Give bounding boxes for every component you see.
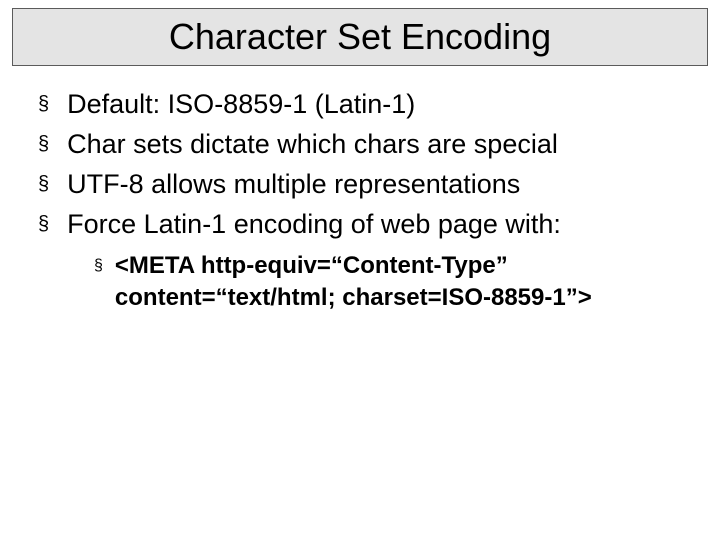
bullet-list: § Default: ISO-8859-1 (Latin-1) § Char s… — [38, 86, 690, 242]
list-item: § UTF-8 allows multiple representations — [38, 166, 690, 202]
slide-content: § Default: ISO-8859-1 (Latin-1) § Char s… — [38, 86, 690, 314]
list-item: § Default: ISO-8859-1 (Latin-1) — [38, 86, 690, 122]
sub-bullet-text: <META http-equiv=“Content-Type” content=… — [115, 250, 690, 314]
list-item: § Force Latin-1 encoding of web page wit… — [38, 206, 690, 242]
title-box: Character Set Encoding — [12, 8, 708, 66]
list-item: § <META http-equiv=“Content-Type” conten… — [94, 250, 690, 314]
bullet-text: UTF-8 allows multiple representations — [67, 166, 520, 202]
bullet-marker-icon: § — [38, 126, 49, 162]
bullet-marker-icon: § — [38, 166, 49, 202]
slide: Character Set Encoding § Default: ISO-88… — [0, 0, 720, 540]
bullet-text: Force Latin-1 encoding of web page with: — [67, 206, 561, 242]
list-item: § Char sets dictate which chars are spec… — [38, 126, 690, 162]
bullet-text: Default: ISO-8859-1 (Latin-1) — [67, 86, 415, 122]
sub-bullet-list: § <META http-equiv=“Content-Type” conten… — [94, 250, 690, 314]
bullet-marker-icon: § — [38, 206, 49, 242]
slide-title: Character Set Encoding — [169, 16, 551, 58]
bullet-marker-icon: § — [94, 250, 103, 282]
bullet-marker-icon: § — [38, 86, 49, 122]
bullet-text: Char sets dictate which chars are specia… — [67, 126, 558, 162]
